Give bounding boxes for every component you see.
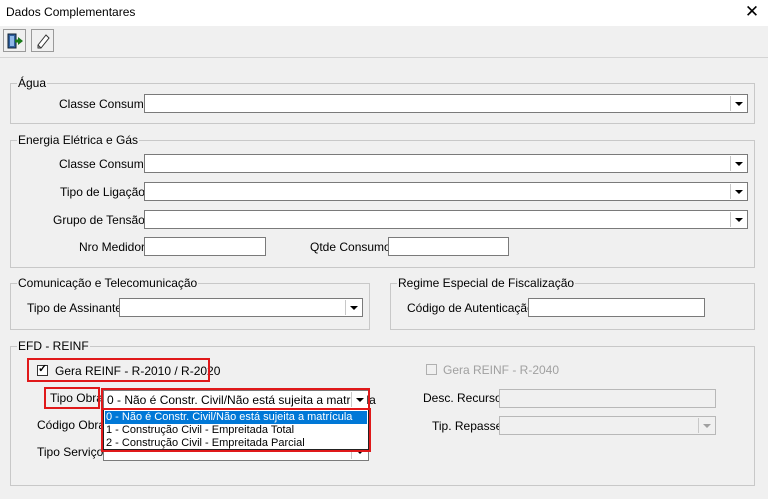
tip-repasse-label: Tip. Repasse: [432, 419, 503, 433]
toolbar-separator: [0, 57, 768, 58]
gera-reinf-2040-label: Gera REINF - R-2040: [443, 363, 560, 377]
chevron-down-icon[interactable]: [730, 156, 746, 171]
grupo-tensao-select[interactable]: [144, 210, 748, 229]
chevron-down-icon[interactable]: [730, 212, 746, 227]
chevron-down-icon[interactable]: [730, 96, 746, 111]
title-bar: Dados Complementares ✕: [0, 0, 768, 26]
desc-recurso-input: [499, 389, 716, 408]
tipo-assinante-label: Tipo de Assinante: [27, 301, 122, 315]
agua-classe-consumo-select[interactable]: [144, 94, 748, 113]
highlight-tipo-obra-label: [44, 387, 100, 409]
qtde-consumo-input[interactable]: [388, 237, 509, 256]
group-efd-legend: EFD - REINF: [17, 339, 90, 353]
exit-door-icon: [7, 33, 23, 48]
chevron-down-icon[interactable]: [730, 184, 746, 199]
tipo-servico-label: Tipo Serviço: [37, 445, 104, 459]
eraser-pencil-icon: [37, 33, 50, 48]
tipo-assinante-select[interactable]: [119, 298, 363, 317]
nro-medidor-input[interactable]: [144, 237, 266, 256]
desc-recurso-label: Desc. Recurso: [423, 391, 502, 405]
highlight-tipo-obra-select: [101, 388, 370, 410]
group-agua-legend: Água: [17, 76, 48, 90]
qtde-consumo-label: Qtde Consumo: [310, 240, 391, 254]
grupo-tensao-label: Grupo de Tensão: [53, 213, 145, 227]
energia-classe-consumo-select[interactable]: [144, 154, 748, 173]
codigo-autenticacao-input[interactable]: [528, 298, 705, 317]
chevron-down-icon: [698, 418, 714, 433]
group-energia-legend: Energia Elétrica e Gás: [17, 133, 140, 147]
window-title: Dados Complementares: [6, 5, 136, 19]
group-comunicacao-legend: Comunicação e Telecomunicação: [17, 276, 199, 290]
gera-reinf-2040-checkbox: [426, 364, 437, 375]
chevron-down-icon[interactable]: [345, 300, 361, 315]
tipo-ligacao-select[interactable]: [144, 182, 748, 201]
highlight-tipo-obra-list: [101, 408, 371, 452]
codigo-autenticacao-label: Código de Autenticação: [407, 301, 534, 315]
close-icon[interactable]: ✕: [740, 1, 764, 23]
nro-medidor-label: Nro Medidor: [79, 240, 146, 254]
tipo-ligacao-label: Tipo de Ligação: [60, 185, 145, 199]
group-regime-legend: Regime Especial de Fiscalização: [397, 276, 576, 290]
codigo-obra-label: Código Obra: [37, 418, 106, 432]
exit-button[interactable]: [3, 29, 26, 52]
eraser-button[interactable]: [31, 29, 54, 52]
agua-classe-consumo-label: Classe Consumo: [59, 97, 151, 111]
highlight-gera-reinf: [27, 358, 210, 382]
tip-repasse-select: [499, 416, 716, 435]
energia-classe-consumo-label: Classe Consumo: [59, 157, 151, 171]
